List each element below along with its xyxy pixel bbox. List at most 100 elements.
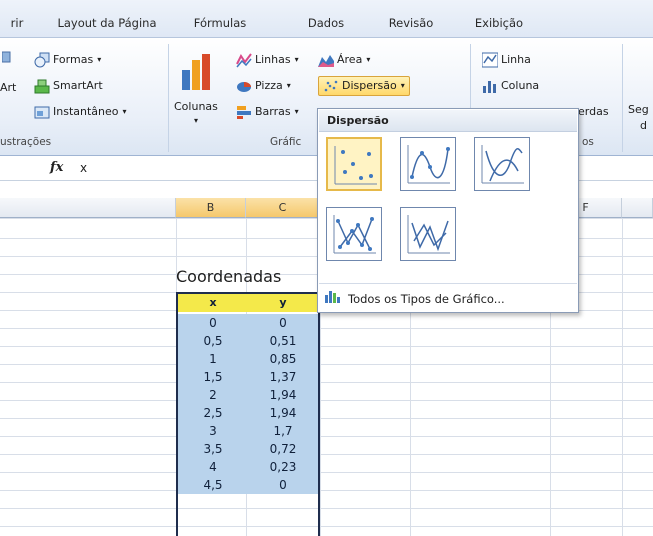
insert-function-icon[interactable]: fx (50, 160, 63, 175)
tab-insert[interactable]: rir (0, 10, 34, 38)
picture-button-partial[interactable] (1, 48, 21, 68)
dropdown-separator (319, 283, 577, 284)
smartart-icon (34, 78, 50, 94)
grid-row-line (0, 490, 653, 491)
clipart-label-partial: Art (0, 81, 17, 94)
chevron-down-icon: ▾ (122, 107, 127, 116)
table-title[interactable]: Coordenadas (176, 267, 281, 286)
grid-row-line (0, 454, 653, 455)
column-header-b[interactable]: B (176, 198, 246, 218)
table-cell-y[interactable]: 1,7 (248, 422, 318, 440)
grid-row-line (0, 436, 653, 437)
lines-label: Linhas (255, 53, 291, 66)
win-loss-button-partial[interactable]: erdas (578, 102, 609, 122)
group-separator (168, 44, 169, 152)
chart-types-icon (324, 288, 340, 310)
pie-chart-button[interactable]: Pizza ▾ (236, 76, 291, 96)
scatter-straight-lines-thumb[interactable] (400, 207, 456, 261)
win-loss-label-partial: erdas (578, 105, 609, 118)
smartart-button[interactable]: SmartArt (34, 76, 103, 96)
columns-label-block[interactable]: Colunas ▾ (174, 100, 218, 130)
shapes-button[interactable]: Formas ▾ (34, 50, 101, 70)
chevron-down-icon: ▾ (193, 116, 198, 125)
grid-row-line (0, 508, 653, 509)
screenshot-button[interactable]: Instantâneo ▾ (34, 102, 127, 122)
table-cell-x[interactable]: 4,5 (178, 476, 248, 494)
table-cell-y[interactable]: 0,23 (248, 458, 318, 476)
grid-row-line (0, 526, 653, 527)
sparkline-column-icon (482, 78, 498, 94)
coordinates-table[interactable]: x y 0 0 0,5 0,51 1 0,85 1,5 1,37 2 1,94 2,5 1,94 3 1,… (176, 292, 320, 536)
pie-chart-icon (236, 78, 252, 94)
table-cell-x[interactable]: 1 (178, 350, 248, 368)
sparkline-column-label: Coluna (501, 79, 540, 92)
chevron-down-icon: ▾ (294, 107, 299, 116)
sparkline-line-button[interactable]: Linha (481, 50, 531, 70)
header-x[interactable]: x (178, 294, 248, 312)
line-chart-icon (236, 52, 252, 68)
area-chart-button[interactable]: Área ▾ (318, 50, 370, 70)
table-cell-x[interactable]: 2,5 (178, 404, 248, 422)
table-cell-x[interactable]: 3,5 (178, 440, 248, 458)
tab-page-layout[interactable]: Layout da Página (48, 10, 166, 38)
table-cell-x[interactable]: 0,5 (178, 332, 248, 350)
charts-group-label: Gráfic (270, 136, 302, 148)
scatter-smooth-markers-icon (407, 145, 450, 184)
scatter-straight-markers-thumb[interactable] (326, 207, 382, 261)
grid-row-line (0, 364, 653, 365)
scatter-markers-only-thumb[interactable] (326, 137, 382, 191)
table-cell-x[interactable]: 4 (178, 458, 248, 476)
table-cell-y[interactable]: 0,51 (248, 332, 318, 350)
lines-chart-button[interactable]: Linhas ▾ (236, 50, 299, 70)
table-cell-x[interactable]: 2 (178, 386, 248, 404)
table-cell-x[interactable]: 3 (178, 422, 248, 440)
tab-formulas[interactable]: Fórmulas (180, 10, 260, 38)
column-header-a[interactable] (0, 198, 176, 218)
shapes-icon (34, 52, 50, 68)
scatter-straight-lines-icon (407, 215, 450, 254)
formula-input[interactable]: x (80, 161, 87, 175)
scatter-straight-markers-icon (333, 215, 376, 254)
scatter-chart-button[interactable]: Dispersão ▾ (318, 76, 410, 96)
table-cell-y[interactable]: 0,72 (248, 440, 318, 458)
header-y[interactable]: y (248, 294, 318, 312)
scatter-label: Dispersão (342, 79, 397, 92)
scatter-dropdown: Dispersão Todos os Tipos de Gráfico... (317, 108, 579, 313)
dropdown-header: Dispersão (319, 110, 577, 132)
table-cell-y[interactable]: 1,94 (248, 404, 318, 422)
table-cell-y[interactable]: 0 (248, 476, 318, 494)
table-cell-y[interactable]: 0,85 (248, 350, 318, 368)
chevron-down-icon: ▾ (366, 55, 371, 64)
tab-view[interactable]: Exibição (468, 10, 530, 38)
columns-chart-button[interactable] (172, 53, 222, 99)
table-cell-y[interactable]: 0 (248, 314, 318, 332)
table-cell-y[interactable]: 1,94 (248, 386, 318, 404)
table-cell-x[interactable]: 1,5 (178, 368, 248, 386)
all-chart-types-item[interactable]: Todos os Tipos de Gráfico... (324, 289, 505, 309)
chevron-down-icon: ▾ (97, 55, 102, 64)
sparkline-column-button[interactable]: Coluna (482, 76, 539, 96)
slicer-label-partial-2-text: d (640, 119, 647, 132)
bars-chart-button[interactable]: Barras ▾ (236, 102, 299, 122)
all-chart-types-label: Todos os Tipos de Gráfico... (348, 292, 505, 306)
column-chart-icon (172, 53, 222, 99)
clipart-button-partial[interactable]: Art (0, 78, 16, 98)
scatter-smooth-lines-thumb[interactable] (474, 137, 530, 191)
grid-row-line (0, 382, 653, 383)
table-cell-x[interactable]: 0 (178, 314, 248, 332)
sparkline-line-label: Linha (501, 53, 531, 66)
tab-data[interactable]: Dados (298, 10, 354, 38)
tab-review[interactable]: Revisão (380, 10, 442, 38)
column-header-c[interactable]: C (246, 198, 320, 218)
sparklines-group-label: os (582, 136, 594, 148)
scatter-smooth-markers-thumb[interactable] (400, 137, 456, 191)
pie-label: Pizza (255, 79, 283, 92)
chevron-down-icon: ▾ (294, 55, 299, 64)
column-header-g[interactable] (622, 198, 653, 218)
chevron-down-icon: ▾ (286, 81, 291, 90)
area-label: Área (337, 53, 363, 66)
grid-row-line (0, 400, 653, 401)
picture-icon (1, 50, 18, 66)
illustrations-group-label: ustrações (0, 136, 52, 148)
table-cell-y[interactable]: 1,37 (248, 368, 318, 386)
